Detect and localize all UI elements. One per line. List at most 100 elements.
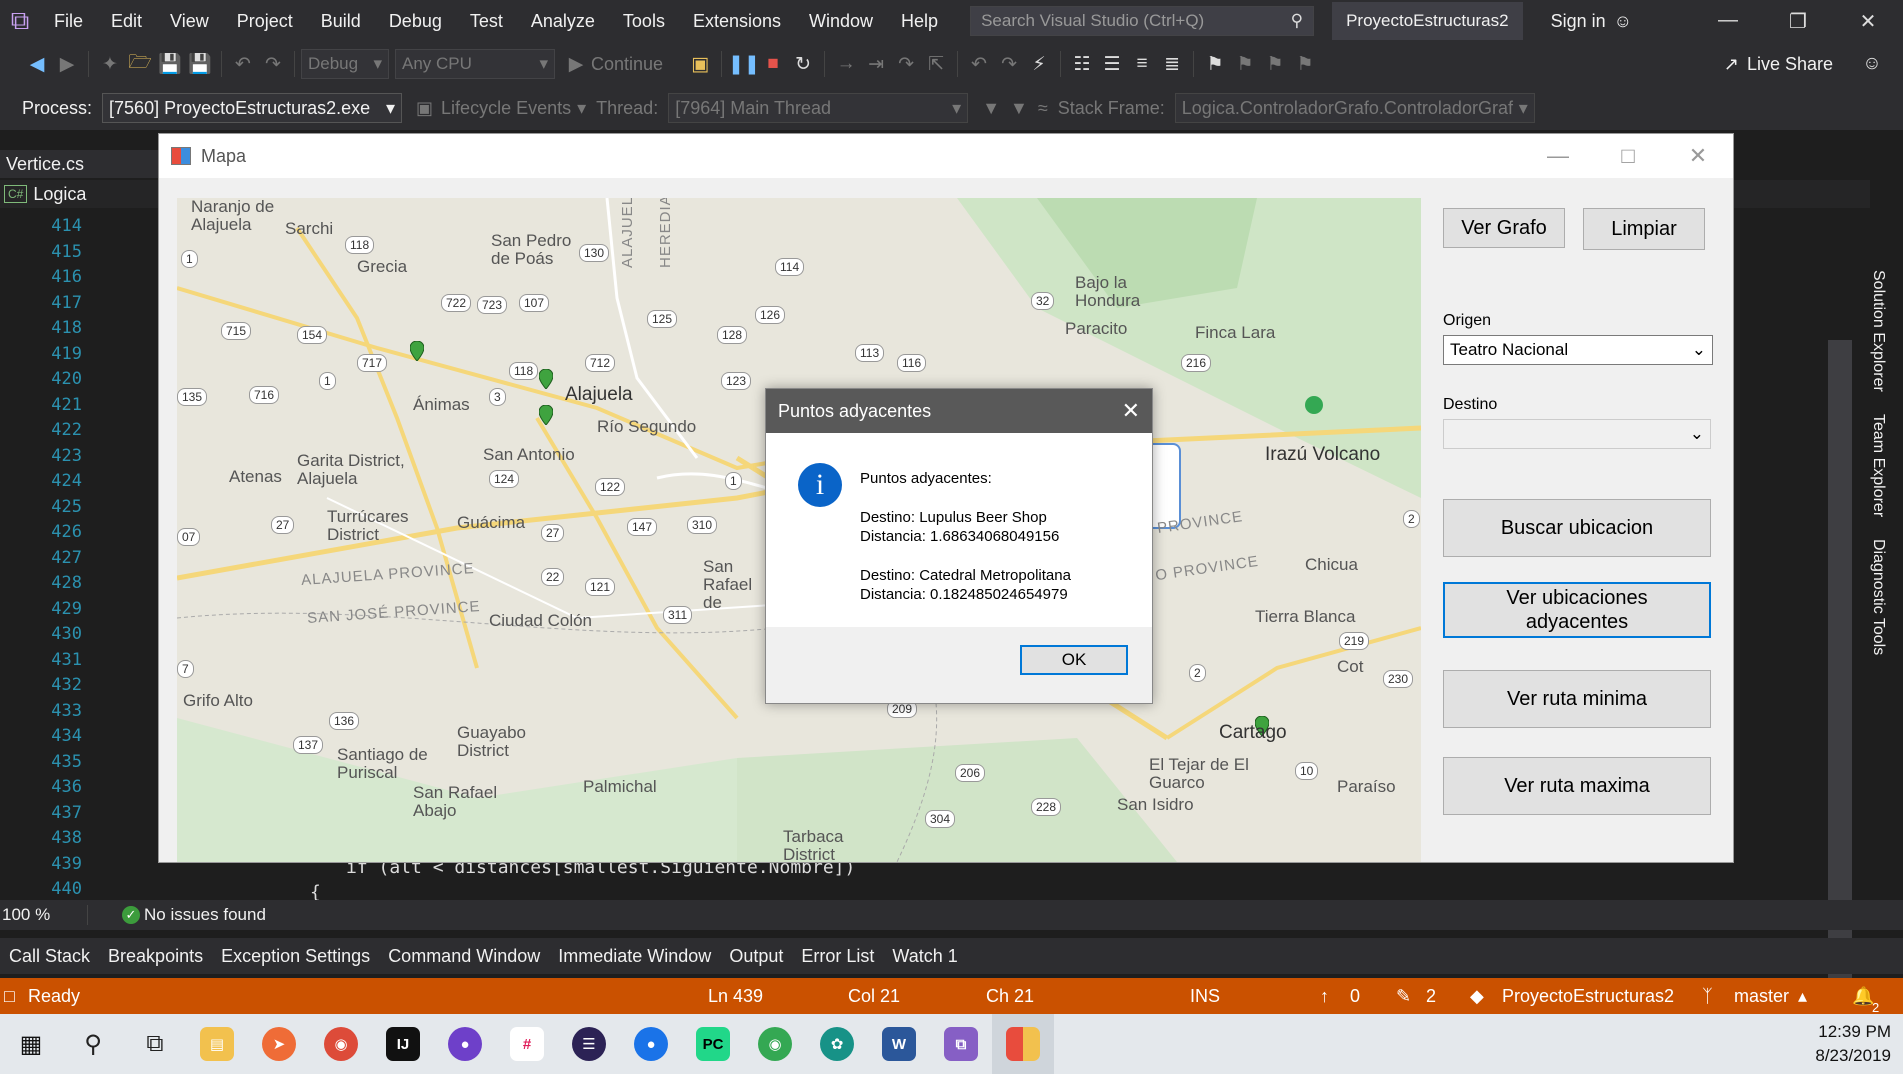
- destino-combobox[interactable]: ⌄: [1443, 419, 1711, 449]
- step-over-icon[interactable]: ↷: [891, 53, 921, 76]
- dialog-title-bar[interactable]: Puntos adyacentes ✕: [766, 389, 1152, 433]
- tab-error-list[interactable]: Error List: [792, 946, 883, 967]
- system-clock[interactable]: 12:39 PM 8/23/2019: [1815, 1020, 1891, 1068]
- menu-build[interactable]: Build: [307, 11, 375, 32]
- team-explorer-tab[interactable]: Team Explorer: [1869, 414, 1887, 517]
- chrome-profile-icon[interactable]: ◉: [744, 1014, 806, 1074]
- postman-icon[interactable]: ➤: [248, 1014, 310, 1074]
- buscar-ubicacion-button[interactable]: Buscar ubicacion: [1443, 499, 1711, 557]
- redo-icon[interactable]: ↷: [258, 53, 288, 76]
- branch-icon[interactable]: ᛉ: [1702, 986, 1713, 1007]
- close-icon[interactable]: ✕: [1833, 9, 1903, 34]
- filter-clear-icon[interactable]: ▼: [1010, 98, 1028, 119]
- menu-help[interactable]: Help: [887, 11, 952, 32]
- chrome-icon[interactable]: ◉: [310, 1014, 372, 1074]
- close-icon[interactable]: ✕: [1663, 143, 1733, 169]
- tab-command-window[interactable]: Command Window: [379, 946, 549, 967]
- minimize-icon[interactable]: —: [1523, 143, 1593, 169]
- mapa-title-bar[interactable]: Mapa — □ ✕: [159, 134, 1733, 178]
- forward-icon[interactable]: ▶: [52, 53, 82, 76]
- word-icon[interactable]: W: [868, 1014, 930, 1074]
- step-into-icon[interactable]: ⇥: [861, 53, 891, 76]
- github-icon[interactable]: ●: [434, 1014, 496, 1074]
- configuration-dropdown[interactable]: Debug ▾: [301, 49, 389, 79]
- issues-status[interactable]: No issues found: [144, 905, 266, 925]
- menu-debug[interactable]: Debug: [375, 11, 456, 32]
- file-explorer-icon[interactable]: ▤: [186, 1014, 248, 1074]
- comment-icon[interactable]: ≡: [1127, 53, 1157, 75]
- stop-icon[interactable]: ■: [758, 53, 788, 75]
- thread-dropdown[interactable]: [7964] Main Thread ▾: [668, 93, 969, 123]
- menu-tools[interactable]: Tools: [609, 11, 679, 32]
- close-icon[interactable]: ✕: [1122, 398, 1140, 424]
- menu-test[interactable]: Test: [456, 11, 517, 32]
- branch-name[interactable]: master: [1734, 986, 1789, 1007]
- task-view-icon[interactable]: ⧉: [124, 1014, 186, 1074]
- visual-studio-taskbar-icon[interactable]: ⧉: [930, 1014, 992, 1074]
- repo-name[interactable]: ProyectoEstructuras2: [1502, 986, 1674, 1007]
- minimize-icon[interactable]: —: [1693, 9, 1763, 34]
- tab-call-stack[interactable]: Call Stack: [0, 946, 99, 967]
- intellij-icon[interactable]: IJ: [372, 1014, 434, 1074]
- menu-window[interactable]: Window: [795, 11, 887, 32]
- location-pin-icon[interactable]: [539, 405, 553, 425]
- ver-ruta-minima-button[interactable]: Ver ruta minima: [1443, 670, 1711, 728]
- prev-bookmark-icon[interactable]: ⚑: [1230, 53, 1260, 76]
- nav-forward-icon[interactable]: ↷: [994, 53, 1024, 76]
- sign-in-button[interactable]: Sign in ☺: [1551, 11, 1632, 32]
- menu-edit[interactable]: Edit: [97, 11, 156, 32]
- flag-threads-icon[interactable]: ≈: [1038, 98, 1048, 119]
- hot-reload-icon[interactable]: ⚡: [1024, 53, 1054, 76]
- windows-start-icon[interactable]: ▦: [0, 1014, 62, 1074]
- restart-icon[interactable]: ↻: [788, 53, 818, 76]
- eclipse-icon[interactable]: ☰: [558, 1014, 620, 1074]
- ok-button[interactable]: OK: [1020, 645, 1128, 675]
- undo-icon[interactable]: ↶: [228, 53, 258, 76]
- process-dropdown[interactable]: [7560] ProyectoEstructuras2.exe ▾: [102, 93, 403, 123]
- gitkraken-icon[interactable]: ✿: [806, 1014, 868, 1074]
- pencil-icon[interactable]: ✎: [1396, 986, 1411, 1007]
- pycharm-icon[interactable]: PC: [682, 1014, 744, 1074]
- open-folder-icon[interactable]: 🗁: [125, 48, 155, 80]
- menu-project[interactable]: Project: [223, 11, 307, 32]
- tab-immediate-window[interactable]: Immediate Window: [549, 946, 720, 967]
- tab-exception-settings[interactable]: Exception Settings: [212, 946, 379, 967]
- back-icon[interactable]: ◀: [22, 53, 52, 76]
- tab-breakpoints[interactable]: Breakpoints: [99, 946, 212, 967]
- nav-back-icon[interactable]: ↶: [964, 53, 994, 76]
- unpushed-count[interactable]: 0: [1350, 986, 1360, 1007]
- caret-up-icon[interactable]: ▴: [1798, 986, 1807, 1007]
- lifecycle-events-dropdown[interactable]: Lifecycle Events: [441, 98, 571, 119]
- next-bookmark-icon[interactable]: ⚑: [1260, 53, 1290, 76]
- maps-icon[interactable]: ●: [620, 1014, 682, 1074]
- menu-analyze[interactable]: Analyze: [517, 11, 609, 32]
- outline-icon[interactable]: ☰: [1097, 53, 1127, 76]
- ver-ruta-maxima-button[interactable]: Ver ruta maxima: [1443, 757, 1711, 815]
- visual-studio-logo-icon[interactable]: ⧉: [0, 0, 40, 42]
- tab-watch-1[interactable]: Watch 1: [883, 946, 966, 967]
- bookmark-icon[interactable]: ⚑: [1200, 53, 1230, 76]
- taskbar-search-icon[interactable]: ⚲: [62, 1014, 124, 1074]
- repo-icon[interactable]: ◆: [1470, 986, 1484, 1007]
- save-icon[interactable]: 💾: [155, 52, 185, 76]
- mapa-app-icon[interactable]: [992, 1014, 1054, 1074]
- pause-icon[interactable]: ❚❚: [728, 53, 760, 76]
- menu-extensions[interactable]: Extensions: [679, 11, 795, 32]
- solution-explorer-tab[interactable]: Solution Explorer: [1869, 270, 1887, 392]
- location-pin-icon[interactable]: [539, 369, 553, 389]
- tab-output[interactable]: Output: [720, 946, 792, 967]
- limpiar-button[interactable]: Limpiar: [1583, 208, 1705, 250]
- ver-grafo-button[interactable]: Ver Grafo: [1443, 208, 1565, 248]
- diagnostic-tools-tab[interactable]: Diagnostic Tools: [1869, 539, 1887, 655]
- changes-count[interactable]: 2: [1426, 986, 1436, 1007]
- menu-view[interactable]: View: [156, 11, 223, 32]
- feedback-icon[interactable]: ☺: [1857, 53, 1887, 75]
- zoom-dropdown[interactable]: 100 %: [0, 905, 88, 925]
- continue-button[interactable]: Continue: [591, 54, 663, 75]
- maximize-icon[interactable]: □: [1593, 143, 1663, 169]
- platform-dropdown[interactable]: Any CPU ▾: [395, 49, 555, 79]
- slack-icon[interactable]: #: [496, 1014, 558, 1074]
- arrow-up-icon[interactable]: ↑: [1320, 986, 1329, 1007]
- step-out-icon[interactable]: ⇱: [921, 53, 951, 76]
- menu-file[interactable]: File: [40, 11, 97, 32]
